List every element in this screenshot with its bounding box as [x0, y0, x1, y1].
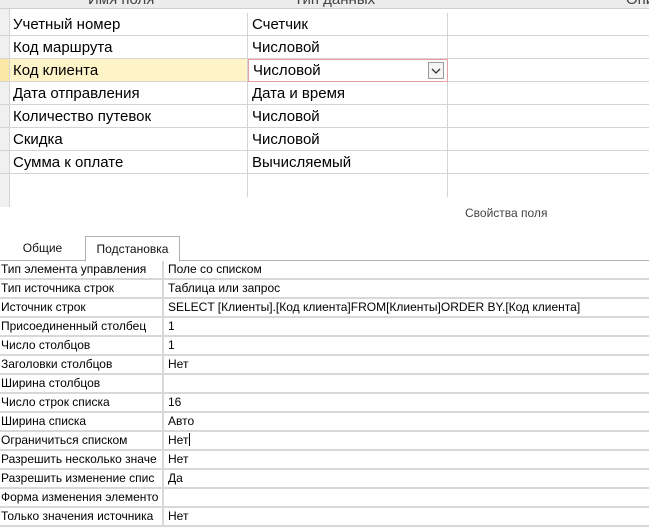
property-row[interactable]: Ширина списка Авто — [0, 413, 649, 432]
lookup-property-sheet: Тип элемента управления Поле со списком … — [0, 261, 649, 527]
property-row[interactable]: Заголовки столбцов Нет — [0, 356, 649, 375]
property-row[interactable]: Источник строк SELECT [Клиенты].[Код кли… — [0, 299, 649, 318]
property-label: Ширина списка — [0, 413, 164, 430]
property-label: Число столбцов — [0, 337, 164, 354]
property-row[interactable]: Число столбцов 1 — [0, 337, 649, 356]
description-cell[interactable] — [448, 128, 649, 151]
property-label: Разрешить несколько значе — [0, 451, 164, 468]
property-row[interactable]: Разрешить несколько значе Нет — [0, 451, 649, 470]
row-selector[interactable] — [0, 174, 10, 197]
text-caret — [189, 433, 191, 446]
property-label: Только значения источника — [0, 508, 164, 525]
new-field-row[interactable] — [0, 174, 649, 197]
field-name-cell[interactable]: Скидка — [10, 128, 248, 151]
property-value[interactable]: 16 — [166, 394, 649, 411]
property-row[interactable]: Тип источника строк Таблица или запрос — [0, 280, 649, 299]
field-row-current[interactable]: Код клиента Числовой — [0, 59, 649, 82]
property-value[interactable] — [166, 375, 649, 392]
data-type-value: Числовой — [253, 62, 321, 79]
data-type-cell[interactable]: Вычисляемый — [248, 151, 448, 174]
field-row[interactable]: Учетный номер Счетчик — [0, 13, 649, 36]
property-value[interactable] — [166, 489, 649, 506]
field-name-cell[interactable]: Сумма к оплате — [10, 151, 248, 174]
description-cell[interactable] — [448, 82, 649, 105]
property-value[interactable]: Поле со списком — [166, 261, 649, 278]
property-value[interactable]: Нет — [166, 451, 649, 468]
header-field-name[interactable]: Имя поля — [88, 0, 154, 9]
property-label: Форма изменения элементо — [0, 489, 164, 506]
row-selector[interactable] — [0, 36, 10, 59]
description-cell[interactable] — [448, 13, 649, 36]
field-row[interactable]: Количество путевок Числовой — [0, 105, 649, 128]
property-label: Ширина столбцов — [0, 375, 164, 392]
limit-to-list-input[interactable]: Нет — [166, 432, 649, 449]
field-row[interactable]: Код маршрута Числовой — [0, 36, 649, 59]
row-selector[interactable] — [0, 151, 10, 174]
property-value[interactable]: 1 — [166, 318, 649, 335]
property-row-active[interactable]: Ограничиться списком Нет — [0, 432, 649, 451]
row-selector[interactable] — [0, 105, 10, 128]
property-row[interactable]: Разрешить изменение спис Да — [0, 470, 649, 489]
property-label: Заголовки столбцов — [0, 356, 164, 373]
property-row[interactable]: Только значения источника Нет — [0, 508, 649, 527]
property-value: Нет — [168, 433, 189, 447]
grid-header: Имя поля Тип данных Опи — [0, 0, 649, 9]
description-cell[interactable] — [448, 36, 649, 59]
data-type-cell[interactable] — [248, 174, 448, 197]
field-properties-caption: Свойства поля — [465, 206, 548, 220]
property-value[interactable]: Да — [166, 470, 649, 487]
data-type-cell[interactable]: Числовой — [248, 128, 448, 151]
property-row[interactable]: Ширина столбцов — [0, 375, 649, 394]
data-type-cell[interactable]: Счетчик — [248, 13, 448, 36]
field-row[interactable]: Сумма к оплате Вычисляемый — [0, 151, 649, 174]
chevron-down-icon[interactable] — [428, 62, 444, 79]
description-cell[interactable] — [448, 59, 649, 82]
properties-tabs: Общие Подстановка — [0, 236, 649, 262]
row-selector[interactable] — [0, 82, 10, 105]
property-row[interactable]: Форма изменения элементо — [0, 489, 649, 508]
property-label: Число строк списка — [0, 394, 164, 411]
field-name-cell[interactable] — [10, 174, 248, 197]
field-name-cell[interactable]: Дата отправления — [10, 82, 248, 105]
row-selector[interactable] — [0, 59, 10, 82]
field-name-cell[interactable]: Код маршрута — [10, 36, 248, 59]
field-grid: Имя поля Тип данных Опи Учетный номер Сч… — [0, 0, 649, 207]
property-label: Тип источника строк — [0, 280, 164, 297]
property-label: Присоединенный столбец — [0, 318, 164, 335]
property-value[interactable]: Авто — [166, 413, 649, 430]
data-type-combobox[interactable]: Числовой — [248, 59, 448, 82]
property-row[interactable]: Присоединенный столбец 1 — [0, 318, 649, 337]
property-value[interactable]: Таблица или запрос — [166, 280, 649, 297]
tab-lookup[interactable]: Подстановка — [85, 236, 180, 262]
header-data-type[interactable]: Тип данных — [294, 0, 375, 9]
description-cell[interactable] — [448, 151, 649, 174]
data-type-cell[interactable]: Числовой — [248, 36, 448, 59]
property-row[interactable]: Тип элемента управления Поле со списком — [0, 261, 649, 280]
field-name-cell[interactable]: Учетный номер — [10, 13, 248, 36]
row-selector[interactable] — [0, 13, 10, 36]
field-name-cell[interactable]: Количество путевок — [10, 105, 248, 128]
property-value[interactable]: Нет — [166, 508, 649, 525]
description-cell[interactable] — [448, 105, 649, 128]
tab-general[interactable]: Общие — [0, 236, 85, 261]
row-selector[interactable] — [0, 128, 10, 151]
field-row[interactable]: Дата отправления Дата и время — [0, 82, 649, 105]
header-description[interactable]: Опи — [626, 0, 649, 9]
property-label: Тип элемента управления — [0, 261, 164, 278]
property-label: Источник строк — [0, 299, 164, 316]
property-value[interactable]: 1 — [166, 337, 649, 354]
property-label: Разрешить изменение спис — [0, 470, 164, 487]
property-value[interactable]: Нет — [166, 356, 649, 373]
property-label: Ограничиться списком — [0, 432, 164, 449]
row-source-value[interactable]: SELECT [Клиенты].[Код клиента]FROM[Клиен… — [166, 299, 649, 316]
data-type-cell[interactable]: Числовой — [248, 105, 448, 128]
field-name-cell[interactable]: Код клиента — [10, 59, 248, 82]
field-row[interactable]: Скидка Числовой — [0, 128, 649, 151]
data-type-cell[interactable]: Дата и время — [248, 82, 448, 105]
property-row[interactable]: Число строк списка 16 — [0, 394, 649, 413]
